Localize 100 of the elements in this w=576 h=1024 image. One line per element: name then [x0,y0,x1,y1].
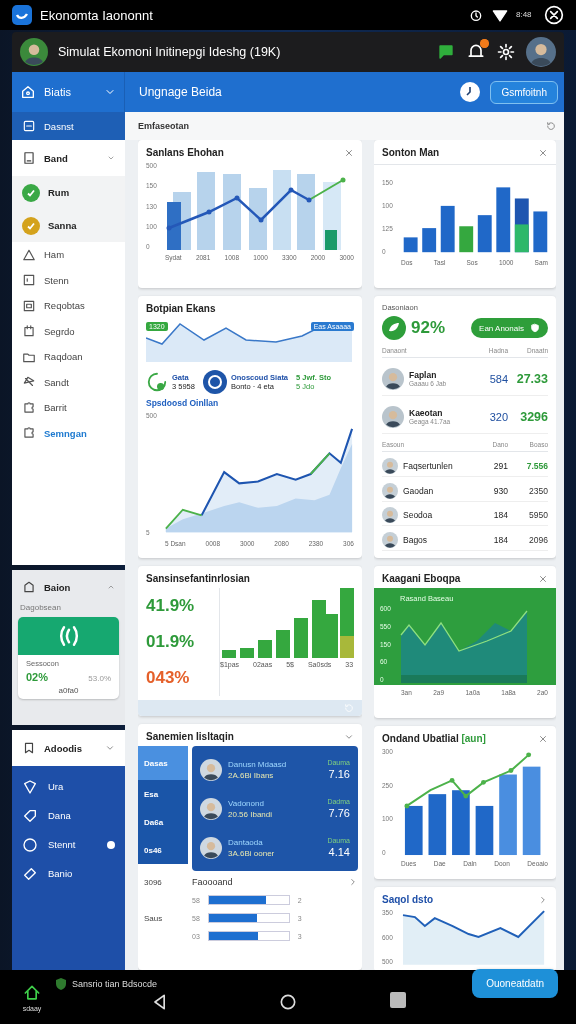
chevron-icon[interactable] [105,743,115,753]
chevron-right-icon[interactable] [348,877,358,887]
sidebar-item[interactable]: Reqobtas [12,293,125,319]
chart-bar [475,805,493,856]
account-item[interactable]: Stennt [12,830,125,859]
chart-bar [258,640,272,658]
selection-dot [107,840,115,849]
person-name: Faqsertunlen [403,461,453,472]
card-title: Sansinsefantinrlosian [146,573,250,584]
chart-bar [440,205,455,253]
sidebar-item[interactable]: Semngan [12,420,125,446]
table-cell-text: 930 [492,485,508,496]
chart-bar [167,202,181,250]
sidebar-item[interactable]: Sanna [12,209,125,242]
settings-icon[interactable] [496,42,516,62]
section-title: Faoooand [192,877,233,887]
chart-bar [496,187,511,253]
shield-icon [22,778,38,795]
wifi-icon [492,7,508,23]
person-value: 4.14 [328,846,350,858]
chart-bar [240,648,254,658]
chart-bar [477,215,492,253]
chevron-right-icon[interactable] [538,894,548,905]
subtitle: Dagobsean [19,603,62,612]
tablet-icon [22,151,36,165]
chart-bar [404,805,423,856]
sidebar-group[interactable]: Baion [18,576,119,598]
data-point [480,779,486,785]
sidebar-item[interactable]: Barrit [12,395,125,421]
chart-bar [276,630,290,658]
card-title: Botpian Ekans [146,303,216,314]
document-icon [22,324,36,339]
card-title: Sonton Man [382,147,440,158]
sidebar-item[interactable]: Rum [12,176,125,209]
action-button[interactable]: Gsmfoitnh [490,80,558,104]
person-name: Kaeotan [409,408,444,419]
person-value: 7.76 [328,807,350,819]
balance-value: 02% [26,671,49,683]
row-label: Saus [143,912,164,925]
tag-icon [22,807,38,824]
home-button-icon[interactable] [278,992,298,1012]
sidebar-item[interactable]: Segrdo [12,318,125,344]
frame-icon [22,298,36,313]
alarm-icon [468,7,484,23]
person-name: Danusn Mdaasd [228,759,288,769]
person-value: 7.16 [328,768,350,780]
shield-icon [530,323,540,333]
close-icon[interactable] [544,5,564,25]
table-cell-text: 5950 [528,510,548,521]
avatar-icon [382,482,398,499]
person-detail: 20.56 Ibandi [228,809,274,819]
sidebar-item[interactable]: Ham [12,242,125,268]
sidebar-item[interactable]: Dasnst [12,112,125,140]
page-title: Ungnage Beida [139,85,223,99]
data-point [166,225,172,231]
chart-bar [294,618,308,658]
row-label: 3096 [143,876,163,889]
score-value: 92% [411,318,446,338]
table-cell-text: 291 [492,461,508,472]
tab[interactable]: Esa [138,780,188,808]
chart-bar [428,794,446,856]
card-title: Saqol dsto [382,894,434,905]
sidebar-item[interactable]: Stenn [12,267,125,293]
clock-icon[interactable] [460,82,481,102]
tab[interactable]: Da6a [138,808,188,836]
account-item[interactable]: Banio [12,859,125,888]
chevron-icon[interactable] [107,583,115,591]
sidebar-item[interactable]: Raqdoan [12,344,125,370]
person-name: Bagos [403,535,428,546]
sidebar-group[interactable]: Adoodis [12,730,125,766]
puzzle-icon [22,426,36,441]
circle-icon [22,836,38,853]
ring-icon [146,371,168,393]
person-name: Vadonond [228,798,265,808]
tab[interactable]: 0s46 [138,836,188,864]
kpi-value: 41.9% [146,596,196,616]
home-icon[interactable] [20,84,36,100]
avatar-icon [200,836,222,859]
sidebar-item[interactable]: Sandt [12,369,125,395]
account-item[interactable]: Dana [12,801,125,830]
data-point [288,187,294,193]
sidebar-group[interactable]: Band [12,140,125,176]
app-name: Ekonomta Iaononnt [40,7,153,23]
table-cell-text: 584 [488,372,508,385]
refresh-icon[interactable] [546,121,556,131]
person-detail: 2A.6Bi Ibans [228,770,275,780]
calendar-icon [22,119,36,133]
card-title: Sanemien Iisltaqin [146,731,234,742]
coin-icon [202,370,227,394]
table-cell-text: 2096 [528,535,548,546]
account-item[interactable]: Ura [12,772,125,801]
chart-bar [249,188,267,250]
card-title: Kaagani Eboqpa [382,573,461,584]
status-time: 8:48 [516,11,533,19]
avatar-icon [20,38,48,66]
chat-icon[interactable] [436,42,456,62]
app-logo-icon[interactable] [12,5,32,25]
chevron-icon[interactable] [107,154,115,162]
avatar-icon [382,532,398,549]
chart-bar [403,237,418,253]
